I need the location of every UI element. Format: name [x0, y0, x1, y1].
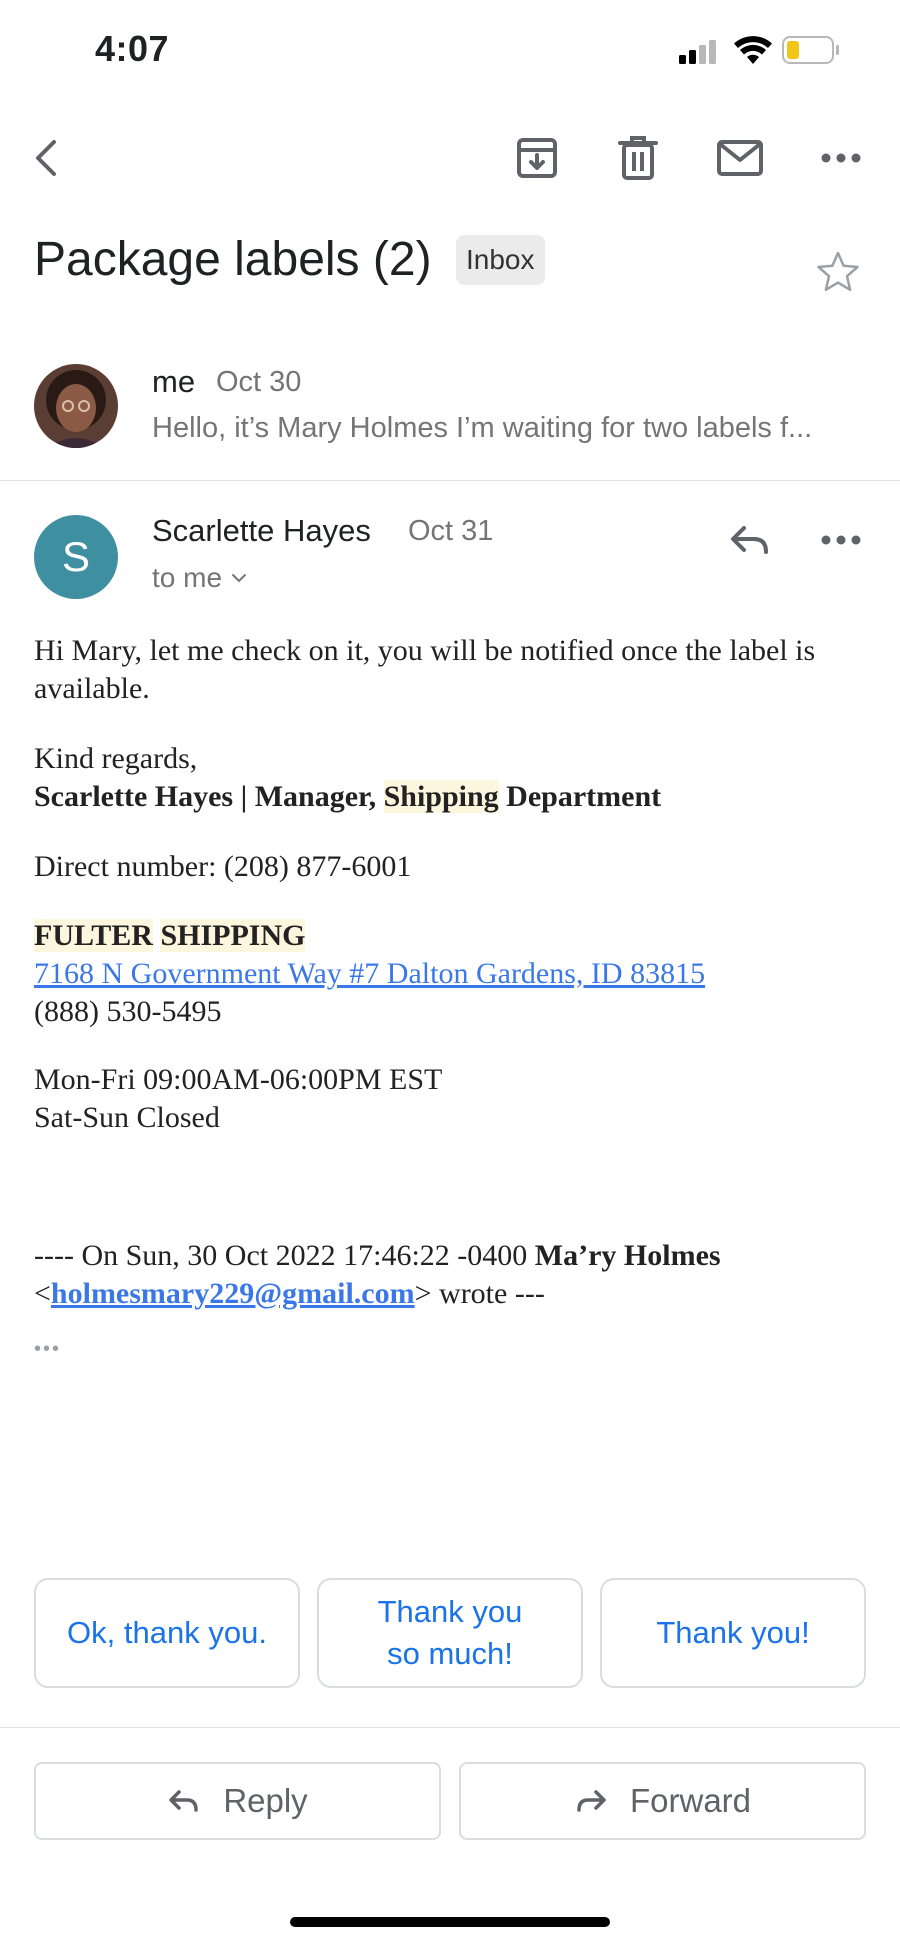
email-link[interactable]: holmesmary229@gmail.com: [51, 1277, 415, 1310]
more-horizontal-icon: [821, 153, 861, 163]
body-greeting: Hi Mary, let me check on it, you will be…: [34, 634, 816, 705]
more-options-button[interactable]: [813, 130, 869, 186]
more-horizontal-icon: [821, 535, 861, 545]
archive-button[interactable]: [509, 130, 565, 186]
mark-unread-button[interactable]: [712, 130, 768, 186]
reply-icon: [731, 526, 768, 554]
home-indicator[interactable]: [290, 1917, 610, 1927]
status-time: 4:07: [95, 28, 170, 69]
email-subject: Package labels (2): [34, 233, 432, 286]
chevron-down-icon: [232, 574, 247, 583]
company-name-a: FULTER: [34, 919, 153, 952]
collapsed-message[interactable]: [0, 340, 900, 480]
signature-line: Scarlette Hayes | Manager, Shipping Depa…: [34, 778, 661, 816]
delete-button[interactable]: [610, 130, 666, 186]
forward-icon: [577, 1790, 606, 1812]
company-name: FULTER SHIPPING: [34, 917, 306, 955]
reply-icon-button[interactable]: [722, 512, 778, 568]
signature-shipping: Shipping: [383, 780, 499, 813]
quote-lt: <: [34, 1277, 51, 1310]
address-link[interactable]: 7168 N Government Way #7 Dalton Gardens,…: [34, 955, 705, 993]
trash-icon: [618, 136, 658, 180]
smart-reply-2[interactable]: Thank you so much!: [317, 1578, 583, 1688]
hours-weekday: Mon-Fri 09:00AM-06:00PM EST: [34, 1063, 443, 1096]
quote-name: Ma’ry Holmes: [534, 1239, 721, 1272]
mail-icon: [717, 140, 763, 176]
divider: [0, 480, 900, 481]
show-trimmed-content-button[interactable]: •••: [34, 1338, 61, 1361]
collapsed-snippet: Hello, it’s Mary Holmes I’m waiting for …: [152, 412, 813, 444]
archive-icon: [517, 138, 557, 178]
sender-avatar: S: [34, 515, 118, 599]
reply-icon: [169, 1790, 199, 1812]
star-icon: [817, 251, 859, 292]
collapsed-date: Oct 30: [216, 366, 302, 398]
cellular-signal-icon: [679, 40, 719, 64]
smart-reply-2-label: Thank you so much!: [377, 1594, 523, 1671]
forward-button[interactable]: Forward: [459, 1762, 866, 1840]
signature-name: Scarlette Hayes: [34, 780, 234, 813]
wifi-icon: [733, 36, 773, 66]
smart-reply-1[interactable]: Ok, thank you.: [34, 1578, 300, 1688]
message-more-button[interactable]: [813, 512, 869, 568]
recipient-line: to me: [152, 562, 223, 593]
recipient-details-toggle[interactable]: to me: [152, 562, 248, 594]
forward-label: Forward: [629, 1782, 752, 1819]
battery-icon: [782, 36, 840, 66]
reply-button[interactable]: Reply: [34, 1762, 441, 1840]
reply-label: Reply: [223, 1782, 308, 1819]
hours-weekend: Sat-Sun Closed: [34, 1101, 220, 1134]
sender-name: Scarlette Hayes: [152, 513, 371, 548]
quoted-header: ---- On Sun, 30 Oct 2022 17:46:22 -0400 …: [34, 1237, 874, 1313]
body-regards: Kind regards,: [34, 742, 198, 775]
smart-reply-3[interactable]: Thank you!: [600, 1578, 866, 1688]
company-phone: (888) 530-5495: [34, 995, 222, 1028]
quote-prefix: ---- On Sun, 30 Oct 2022 17:46:22 -0400: [34, 1239, 535, 1272]
direct-number: Direct number: (208) 877-6001: [34, 850, 412, 883]
divider: [0, 1727, 900, 1728]
avatar-photo: [34, 364, 118, 448]
back-button[interactable]: [20, 130, 76, 186]
star-button[interactable]: [816, 250, 866, 300]
quote-suffix: > wrote ---: [414, 1277, 545, 1310]
inbox-label-chip[interactable]: Inbox: [456, 235, 545, 285]
collapsed-sender: me: [152, 364, 196, 399]
message-date: Oct 31: [408, 515, 494, 547]
chevron-left-icon: [36, 140, 56, 176]
signature-department: Department: [498, 780, 662, 813]
company-name-b: SHIPPING: [160, 919, 306, 952]
signature-separator: | Manager,: [233, 780, 384, 813]
